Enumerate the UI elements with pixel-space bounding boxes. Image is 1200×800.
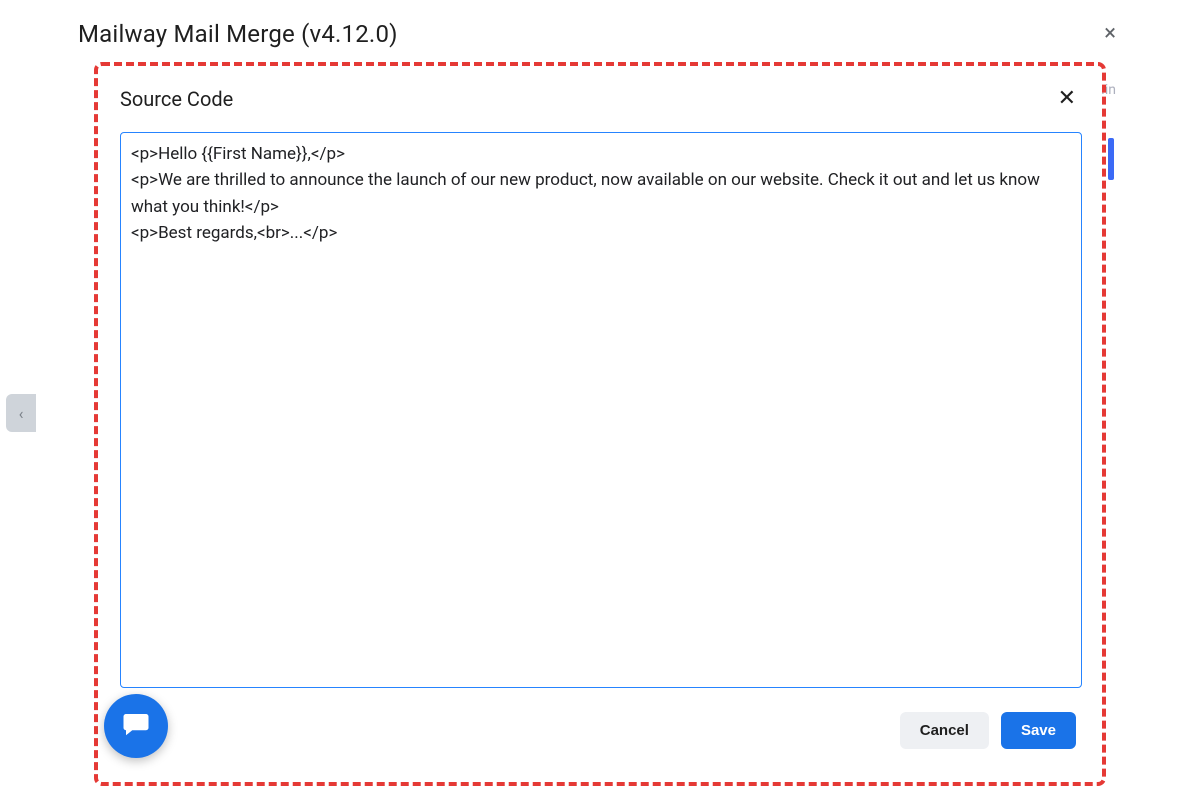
left-collapse-tab[interactable]: ‹ (6, 394, 36, 432)
app-close-button[interactable]: × (1098, 19, 1122, 49)
cancel-button[interactable]: Cancel (900, 712, 989, 749)
dialog-footer: Cancel Save (106, 688, 1096, 749)
dialog-header: Source Code ✕ (106, 72, 1096, 124)
save-button[interactable]: Save (1001, 712, 1076, 749)
chat-icon (121, 709, 151, 743)
chevron-left-icon: ‹ (19, 404, 24, 423)
source-code-dialog: Source Code ✕ Cancel Save (106, 72, 1096, 772)
dialog-title: Source Code (120, 87, 233, 111)
app-titlebar: Mailway Mail Merge (v4.12.0) × (0, 14, 1200, 54)
app-title: Mailway Mail Merge (v4.12.0) (78, 20, 398, 48)
source-code-textarea[interactable] (120, 132, 1082, 688)
chat-fab-button[interactable] (104, 694, 168, 758)
dialog-close-button[interactable]: ✕ (1052, 86, 1082, 112)
background-peek-text: .in (1101, 82, 1116, 98)
background-blue-sliver (1108, 138, 1114, 180)
